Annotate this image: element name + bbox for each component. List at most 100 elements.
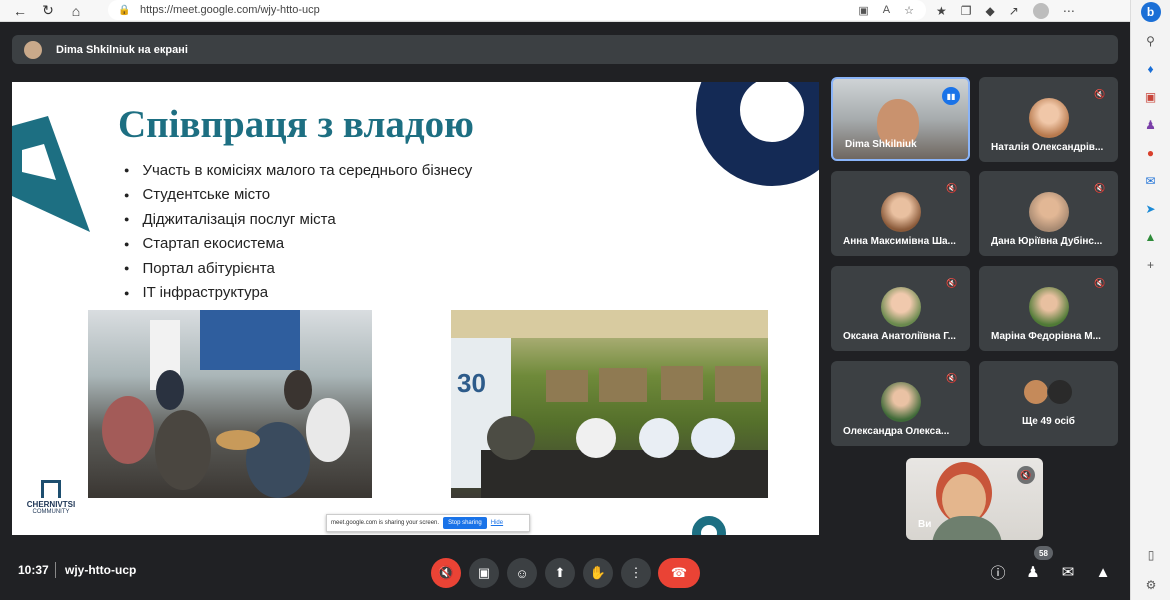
briefcase-icon[interactable]: ▣ <box>1142 88 1160 106</box>
add-icon[interactable]: + <box>1142 256 1160 274</box>
tree-icon[interactable]: ▲ <box>1142 228 1160 246</box>
settings-icon[interactable]: ⚙ <box>1146 578 1157 592</box>
logo-text: CHERNIVTSI <box>26 500 76 509</box>
more-vertical-icon: ⋮ <box>629 565 643 580</box>
logo-subtext: COMMUNITY <box>32 509 70 515</box>
more-options-button[interactable]: ⋮ <box>621 558 651 588</box>
browser-toolbar: ← ↻ ⌂ 🔒 https://meet.google.com/wjy-htto… <box>0 0 1130 22</box>
participant-name: Маріна Федорівна М... <box>991 331 1101 342</box>
self-view-tile[interactable]: 🔇 Ви <box>906 458 1043 540</box>
collections-icon[interactable]: ❐ <box>961 4 972 18</box>
more-participants-avatars <box>1022 379 1073 405</box>
mic-off-icon: 🔇 <box>946 182 958 193</box>
more-icon[interactable]: ⋯ <box>1063 4 1075 18</box>
bullet-item: IT інфраструктура <box>124 281 472 306</box>
chernivtsi-logo: CHERNIVTSI COMMUNITY <box>18 480 84 515</box>
reactions-button[interactable]: ☺ <box>507 558 537 588</box>
presenter-banner-text: Dima Shkilniuk на екрані <box>56 43 188 56</box>
participant-avatar <box>1028 192 1069 232</box>
office-icon[interactable]: ● <box>1142 144 1160 162</box>
self-video-body <box>932 516 1002 540</box>
participant-name: Дана Юріївна Дубінс... <box>991 236 1103 247</box>
participant-avatar <box>1028 98 1069 138</box>
mic-toggle-button[interactable]: 🔇 <box>431 558 461 588</box>
participant-count-badge: 58 <box>1034 546 1053 560</box>
chat-button[interactable]: ✉ <box>1058 562 1078 582</box>
search-icon[interactable]: ⚲ <box>1142 32 1160 50</box>
outlook-icon[interactable]: ✉ <box>1142 172 1160 190</box>
send-icon[interactable]: ➤ <box>1142 200 1160 218</box>
participant-name: Наталія Олександрів... <box>991 142 1104 153</box>
tag-icon[interactable]: ♦ <box>1142 60 1160 78</box>
hand-icon: ✋ <box>589 565 607 580</box>
divider <box>55 562 56 578</box>
more-participants-tile[interactable]: Ще 49 осіб <box>979 361 1118 446</box>
sidebar-layout-icon[interactable]: ▯ <box>1148 548 1155 562</box>
url-text: https://meet.google.com/wjy-htto-ucp <box>140 4 320 16</box>
bullet-item: Стартап екосистема <box>124 232 472 257</box>
circle-decoration <box>692 516 726 535</box>
participant-tile[interactable]: 🔇 Дана Юріївна Дубінс... <box>979 171 1118 256</box>
mic-off-icon: 🔇 <box>946 372 958 383</box>
back-icon[interactable]: ← <box>6 0 34 22</box>
people-button[interactable]: ♟ <box>1023 562 1043 582</box>
participant-avatar <box>1022 379 1049 405</box>
slide-bullets: Участь в комісіях малого та середнього б… <box>124 158 472 305</box>
mic-off-icon: 🔇 <box>946 277 958 288</box>
favorite-icon[interactable]: ☆ <box>904 4 914 17</box>
presenter-banner: Dima Shkilniuk на екрані <box>12 35 1118 64</box>
mic-off-icon: 🔇 <box>1017 466 1035 484</box>
participant-avatar <box>880 192 921 232</box>
present-icon: ⬆ <box>554 565 566 580</box>
camera-toggle-button[interactable]: ▣ <box>469 558 499 588</box>
participant-tile[interactable]: 🔇 Оксана Анатоліївна Г... <box>831 266 970 351</box>
participant-tile[interactable]: 🔇 Олександра Олекса... <box>831 361 970 446</box>
emoji-icon: ☺ <box>515 565 529 581</box>
activities-button[interactable]: ▲ <box>1093 562 1113 582</box>
meeting-code: wjy-htto-ucp <box>65 563 137 577</box>
profile-avatar[interactable] <box>1032 3 1049 19</box>
participant-tile[interactable]: 🔇 Маріна Федорівна М... <box>979 266 1118 351</box>
mic-off-icon: 🔇 <box>1094 182 1106 193</box>
bing-icon[interactable]: b <box>1140 2 1161 22</box>
meeting-info-button[interactable]: ⓘ <box>988 562 1008 582</box>
ring-decoration <box>696 82 819 186</box>
participant-tile[interactable]: 🔇 Наталія Олександрів... <box>979 77 1118 162</box>
chat-icon: ✉ <box>1061 564 1075 581</box>
participant-avatar <box>880 382 921 422</box>
participant-name: Олександра Олекса... <box>843 426 950 437</box>
extension-icon[interactable]: ◆ <box>986 4 995 18</box>
raise-hand-button[interactable]: ✋ <box>583 558 613 588</box>
home-icon[interactable]: ⌂ <box>62 0 90 22</box>
bullet-item: Участь в комісіях малого та середнього б… <box>124 158 472 183</box>
address-bar[interactable]: 🔒 https://meet.google.com/wjy-htto-ucp ▣… <box>108 0 926 20</box>
participant-name: Оксана Анатоліївна Г... <box>843 331 956 342</box>
participant-tile-active[interactable]: ▮▮ Dima Shkilniuk <box>831 77 970 161</box>
stop-sharing-button[interactable]: Stop sharing <box>443 517 487 529</box>
hide-link[interactable]: Hide <box>491 520 503 526</box>
participant-avatar <box>1028 287 1069 327</box>
meeting-photo-right: 30 <box>451 310 768 498</box>
share-icon[interactable]: ↗ <box>1009 4 1019 18</box>
mic-off-icon: 🔇 <box>437 565 455 580</box>
people-icon: ♟ <box>1026 564 1040 581</box>
participant-avatar <box>880 287 921 327</box>
bullet-item: Студентське місто <box>124 183 472 208</box>
read-aloud-icon[interactable]: A <box>883 4 890 17</box>
presenter-avatar <box>24 40 42 59</box>
favorites-icon[interactable]: ★ <box>936 4 947 18</box>
refresh-icon[interactable]: ↻ <box>34 0 62 22</box>
mic-off-icon: 🔇 <box>1094 277 1106 288</box>
meeting-photo-left <box>88 310 372 498</box>
present-button[interactable]: ⬆ <box>545 558 575 588</box>
leave-call-button[interactable]: ☎ <box>658 558 700 588</box>
meeting-time: 10:37 <box>18 563 49 577</box>
mic-off-icon: 🔇 <box>1094 88 1106 99</box>
edge-sidebar: b ⚲ ♦ ▣ ♟ ● ✉ ➤ ▲ + ▯ ⚙ <box>1130 0 1170 600</box>
games-icon[interactable]: ♟ <box>1142 116 1160 134</box>
hang-up-icon: ☎ <box>670 565 688 580</box>
camera-icon[interactable]: ▣ <box>858 4 868 17</box>
lock-icon: 🔒 <box>118 4 131 16</box>
participant-name: Анна Максимівна Ша... <box>843 236 956 247</box>
participant-tile[interactable]: 🔇 Анна Максимівна Ша... <box>831 171 970 256</box>
